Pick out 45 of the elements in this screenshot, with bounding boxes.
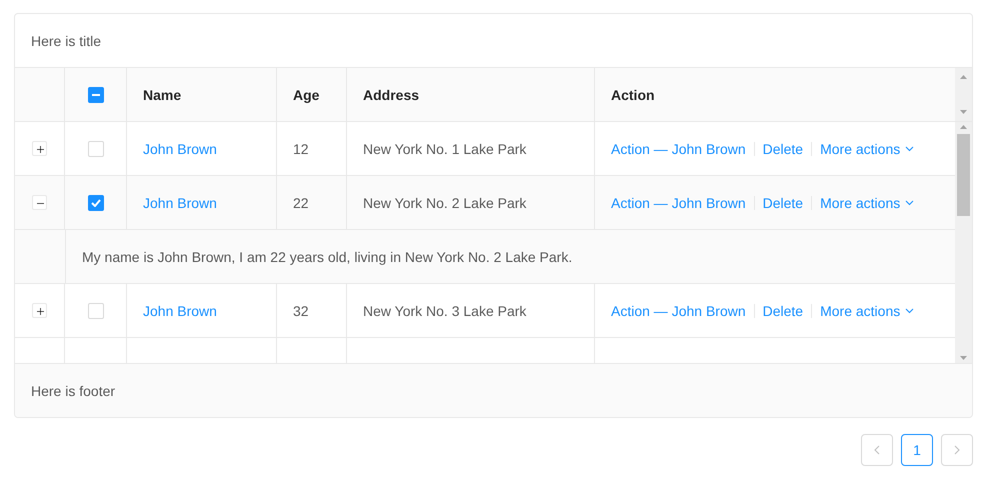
column-header: Name <box>143 86 182 102</box>
action-link[interactable]: Delete <box>762 140 804 156</box>
name-link[interactable]: John Brown <box>143 140 217 156</box>
column-header: Age <box>293 86 320 102</box>
chevron-left-icon <box>874 445 880 455</box>
scroll-up-arrow-icon[interactable] <box>960 75 967 79</box>
table-footer: Here is footer <box>31 382 116 398</box>
name-link[interactable]: John Brown <box>143 194 217 210</box>
scrollbar[interactable] <box>955 122 972 363</box>
action-link[interactable]: Action — John Brown <box>611 194 746 210</box>
page-button[interactable]: 1 <box>901 434 933 466</box>
more-actions-link[interactable]: More actions <box>820 140 914 156</box>
action-link[interactable]: Delete <box>762 302 804 318</box>
checkmark-icon <box>90 198 100 206</box>
expand-button[interactable] <box>32 303 47 318</box>
address-cell: New York No. 3 Lake Park <box>363 302 526 318</box>
expand-button[interactable] <box>32 195 47 210</box>
chevron-down-icon <box>905 146 914 152</box>
more-actions-link[interactable]: More actions <box>820 302 914 318</box>
scroll-up-arrow-icon[interactable] <box>960 125 967 129</box>
checkbox[interactable] <box>88 86 104 102</box>
age-cell: 12 <box>293 140 309 156</box>
column-header: Address <box>363 86 420 102</box>
chevron-down-icon <box>905 200 914 206</box>
minus-icon <box>92 94 100 96</box>
column-header: Action <box>611 86 655 102</box>
age-cell: 22 <box>293 194 309 210</box>
name-link[interactable]: John Brown <box>143 302 217 318</box>
age-cell: 32 <box>293 302 309 318</box>
scroll-down-arrow-icon[interactable] <box>960 356 967 360</box>
expanded-row-text: My name is John Brown, I am 22 years old, living in New York No. 2 Lake Park. <box>82 248 572 264</box>
more-actions-link[interactable]: More actions <box>820 194 914 210</box>
action-link[interactable]: Action — John Brown <box>611 302 746 318</box>
action-link[interactable]: Delete <box>762 194 804 210</box>
table-title: Here is title <box>31 32 102 48</box>
chevron-down-icon <box>905 308 914 314</box>
address-cell: New York No. 1 Lake Park <box>363 140 526 156</box>
address-cell: New York No. 2 Lake Park <box>363 194 526 210</box>
checkbox[interactable] <box>88 194 104 210</box>
scrollbar-thumb[interactable] <box>957 134 970 216</box>
action-link[interactable]: Action — John Brown <box>611 140 746 156</box>
header-scrollbar[interactable] <box>955 68 972 122</box>
chevron-right-icon <box>954 445 960 455</box>
scroll-down-arrow-icon[interactable] <box>960 110 967 114</box>
expand-button[interactable] <box>32 141 47 156</box>
